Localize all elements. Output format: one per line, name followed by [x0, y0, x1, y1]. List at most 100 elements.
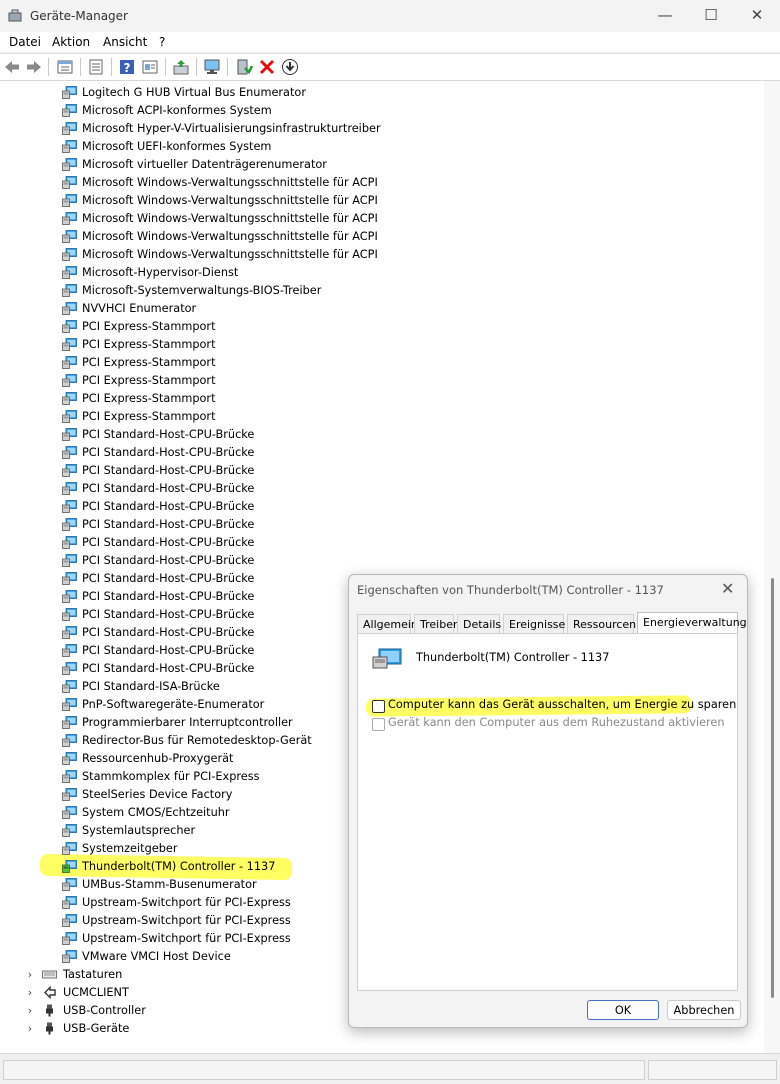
tree-device-row[interactable]: PCI Standard-Host-CPU-Brücke — [0, 552, 760, 570]
tree-device-label: Microsoft ACPI-konformes System — [82, 104, 272, 117]
menu-help[interactable]: ? — [159, 35, 165, 49]
expand-chevron-icon[interactable]: › — [25, 966, 35, 984]
window-title: Geräte-Manager — [30, 9, 128, 23]
tree-device-row[interactable]: Microsoft ACPI-konformes System — [0, 102, 760, 120]
energieverwaltung-panel: Thunderbolt(TM) Controller - 1137 Comput… — [357, 633, 738, 991]
expand-chevron-icon[interactable]: › — [25, 1002, 35, 1020]
tree-device-label: PnP-Softwaregeräte-Enumerator — [82, 698, 265, 711]
tree-device-row[interactable]: PCI Express-Stammport — [0, 318, 760, 336]
tree-device-label: Ressourcenhub-Proxygerät — [82, 752, 234, 765]
tree-device-row[interactable]: Microsoft-Hypervisor-Dienst — [0, 264, 760, 282]
system-device-icon — [62, 662, 77, 675]
system-device-icon — [62, 788, 77, 801]
system-device-icon — [62, 392, 77, 405]
tree-device-row[interactable]: PCI Standard-Host-CPU-Brücke — [0, 516, 760, 534]
minimize-button[interactable]: — — [642, 0, 688, 32]
system-device-icon — [62, 608, 77, 621]
tree-device-label: PCI Express-Stammport — [82, 320, 216, 333]
menu-aktion[interactable]: Aktion — [52, 35, 90, 49]
tree-device-label: Systemzeitgeber — [82, 842, 178, 855]
tree-device-row[interactable]: Microsoft Hyper-V-Virtualisierungsinfras… — [0, 120, 760, 138]
system-device-icon — [62, 554, 77, 567]
tree-device-label: Microsoft-Systemverwaltungs-BIOS-Treiber — [82, 284, 322, 297]
tree-device-row[interactable]: Microsoft-Systemverwaltungs-BIOS-Treiber — [0, 282, 760, 300]
tree-category-label: Tastaturen — [63, 968, 123, 981]
tree-device-row[interactable]: Microsoft UEFI-konformes System — [0, 138, 760, 156]
tree-device-row[interactable]: PCI Express-Stammport — [0, 390, 760, 408]
tree-device-label: VMware VMCI Host Device — [82, 950, 231, 963]
power-off-checkbox[interactable] — [372, 700, 385, 713]
download-icon[interactable] — [281, 58, 299, 76]
device-name: Thunderbolt(TM) Controller - 1137 — [416, 651, 610, 664]
system-device-icon — [62, 266, 77, 279]
tree-device-label: Upstream-Switchport für PCI-Express — [82, 914, 291, 927]
dialog-close-button[interactable]: ✕ — [721, 579, 734, 598]
close-button[interactable]: ✕ — [734, 0, 780, 32]
tab-ressourcen[interactable]: Ressourcen — [567, 614, 636, 633]
tree-device-row[interactable]: Microsoft Windows-Verwaltungsschnittstel… — [0, 228, 760, 246]
device-view-icon[interactable] — [141, 58, 159, 76]
scrollbar-thumb[interactable] — [771, 578, 774, 998]
system-device-icon — [62, 590, 77, 603]
tree-device-label: Microsoft-Hypervisor-Dienst — [82, 266, 239, 279]
system-device-icon — [62, 914, 77, 927]
tree-device-row[interactable]: PCI Express-Stammport — [0, 354, 760, 372]
tab-ereignisse[interactable]: Ereignisse — [503, 614, 565, 633]
list-view-icon[interactable] — [87, 58, 105, 76]
status-cell — [648, 1060, 777, 1080]
properties-dialog: Eigenschaften von Thunderbolt(TM) Contro… — [348, 574, 748, 1028]
cancel-button[interactable]: Abbrechen — [667, 1000, 741, 1020]
tree-device-row[interactable]: Microsoft Windows-Verwaltungsschnittstel… — [0, 174, 760, 192]
maximize-button[interactable]: ☐ — [688, 0, 734, 32]
forward-icon[interactable] — [25, 58, 43, 76]
tree-device-row[interactable]: PCI Express-Stammport — [0, 372, 760, 390]
tree-device-label: Microsoft Windows-Verwaltungsschnittstel… — [82, 212, 378, 225]
tree-device-row[interactable]: PCI Standard-Host-CPU-Brücke — [0, 498, 760, 516]
tree-device-row[interactable]: Microsoft Windows-Verwaltungsschnittstel… — [0, 192, 760, 210]
vertical-scrollbar[interactable] — [764, 81, 780, 1053]
tree-device-row[interactable]: Logitech G HUB Virtual Bus Enumerator — [0, 84, 760, 102]
tree-device-row[interactable]: Microsoft Windows-Verwaltungsschnittstel… — [0, 210, 760, 228]
tree-device-row[interactable]: PCI Standard-Host-CPU-Brücke — [0, 480, 760, 498]
tree-device-row[interactable]: NVVHCI Enumerator — [0, 300, 760, 318]
tab-treiber[interactable]: Treiber — [414, 614, 457, 633]
tree-device-row[interactable]: PCI Express-Stammport — [0, 336, 760, 354]
expand-chevron-icon[interactable]: › — [25, 984, 35, 1002]
tree-device-label: NVVHCI Enumerator — [82, 302, 197, 315]
tree-device-label: PCI Standard-ISA-Brücke — [82, 680, 220, 693]
menu-bar: Datei Aktion Ansicht ? — [0, 32, 780, 52]
system-device-icon — [62, 680, 77, 693]
tab-energieverwaltung[interactable]: Energieverwaltung — [637, 612, 747, 633]
tree-device-row[interactable]: Microsoft Windows-Verwaltungsschnittstel… — [0, 246, 760, 264]
uninstall-device-icon[interactable] — [258, 58, 276, 76]
system-device-icon — [62, 824, 77, 837]
ok-button[interactable]: OK — [587, 1000, 659, 1020]
expand-chevron-icon[interactable]: › — [25, 1020, 35, 1038]
enable-device-icon[interactable] — [235, 58, 253, 76]
tree-device-row[interactable]: Microsoft virtueller Datenträgerenumerat… — [0, 156, 760, 174]
menu-ansicht[interactable]: Ansicht — [103, 35, 147, 49]
tab-details[interactable]: Details — [457, 614, 501, 633]
back-icon[interactable] — [3, 58, 21, 76]
toolbar-separator — [227, 58, 228, 76]
tree-device-row[interactable]: PCI Standard-Host-CPU-Brücke — [0, 462, 760, 480]
tree-device-row[interactable]: PCI Standard-Host-CPU-Brücke — [0, 426, 760, 444]
menu-datei[interactable]: Datei — [9, 35, 41, 49]
help-icon[interactable]: ? — [118, 58, 136, 76]
tree-device-label: PCI Standard-Host-CPU-Brücke — [82, 536, 255, 549]
tree-device-row[interactable]: PCI Standard-Host-CPU-Brücke — [0, 444, 760, 462]
system-device-icon — [62, 500, 77, 513]
keyboard-icon — [42, 968, 57, 981]
properties-sheet-icon[interactable] — [56, 58, 74, 76]
system-device-icon — [62, 410, 77, 423]
scan-hardware-icon[interactable] — [203, 58, 221, 76]
system-device-icon — [62, 212, 77, 225]
update-driver-icon[interactable] — [172, 58, 190, 76]
system-device-icon — [62, 734, 77, 747]
tree-device-label: PCI Express-Stammport — [82, 410, 216, 423]
tree-device-row[interactable]: PCI Express-Stammport — [0, 408, 760, 426]
tree-device-row[interactable]: PCI Standard-Host-CPU-Brücke — [0, 534, 760, 552]
tab-allgemein[interactable]: Allgemein — [357, 614, 418, 633]
tree-category-label: USB-Geräte — [63, 1022, 130, 1035]
system-device-icon — [62, 338, 77, 351]
